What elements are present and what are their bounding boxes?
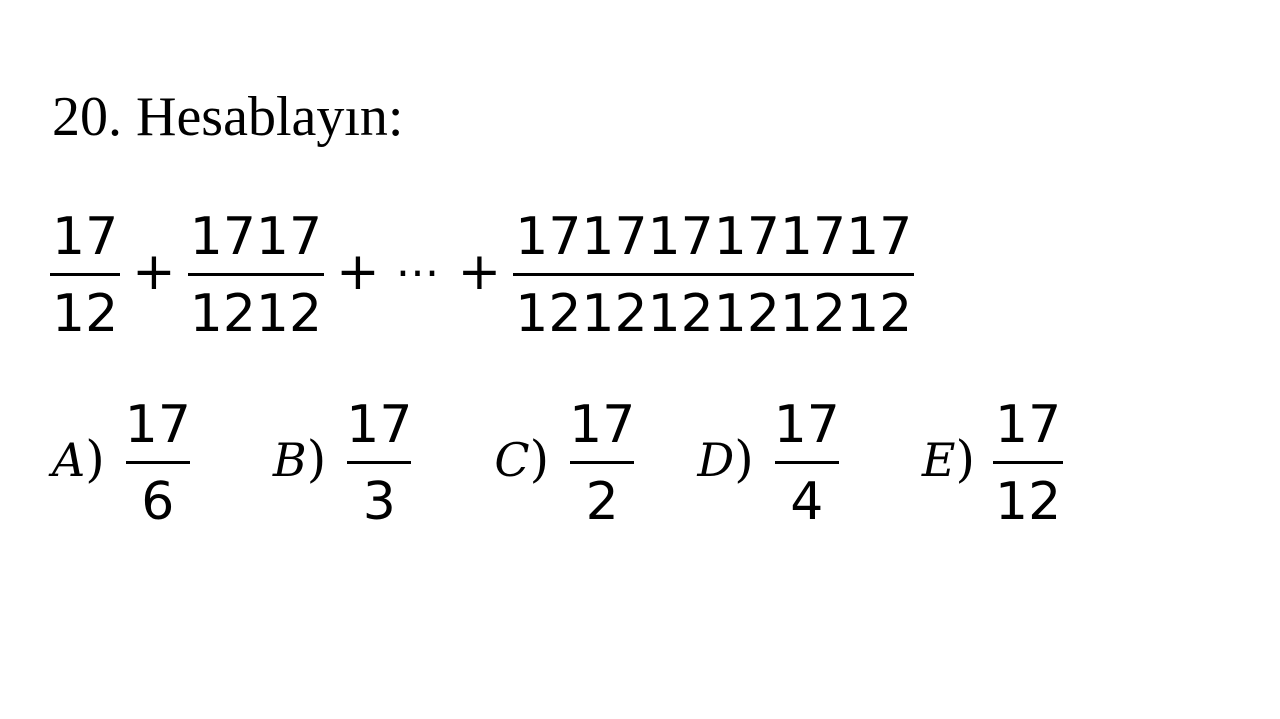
- option-paren: ): [734, 430, 754, 488]
- denominator: 3: [347, 460, 412, 534]
- numerator: 17: [124, 394, 191, 455]
- plus-sign: +: [132, 242, 176, 302]
- option-paren: ): [955, 430, 975, 488]
- option-fraction: 17 12: [993, 393, 1064, 534]
- option-fraction: 17 3: [344, 393, 414, 534]
- option-fraction: 17 2: [567, 393, 637, 534]
- option-letter: A: [52, 433, 86, 487]
- answer-option-d[interactable]: D ) 17 4: [697, 393, 842, 534]
- option-letter: D: [697, 433, 735, 487]
- option-paren: ): [85, 430, 105, 488]
- option-paren: ): [529, 430, 550, 488]
- answer-option-a[interactable]: A ) 17 6: [52, 393, 193, 534]
- option-letter: B: [272, 433, 307, 487]
- fraction-term-1: 17 12: [50, 205, 121, 346]
- sum-expression: 17 12 + 1717 1212 + ⋯ + 171717171717 121…: [50, 200, 915, 350]
- answer-option-c[interactable]: C ) 17 2: [494, 393, 637, 534]
- denominator: 2: [570, 460, 635, 534]
- numerator: 171717171717: [515, 206, 913, 267]
- fraction-term-last: 171717171717 121212121212: [513, 205, 915, 346]
- denominator: 12: [50, 272, 121, 346]
- numerator: 17: [346, 394, 413, 455]
- denominator: 12: [993, 460, 1064, 534]
- numerator: 17: [52, 206, 119, 267]
- option-letter: E: [921, 433, 956, 487]
- numerator: 17: [569, 394, 636, 455]
- denominator: 1212: [187, 272, 325, 346]
- ellipsis: ⋯: [395, 246, 442, 298]
- denominator: 6: [125, 460, 190, 534]
- answer-option-b[interactable]: B ) 17 3: [273, 393, 415, 534]
- denominator: 121212121212: [513, 272, 915, 346]
- option-fraction: 17 4: [772, 393, 842, 534]
- denominator: 4: [774, 460, 839, 534]
- option-letter: C: [494, 433, 530, 487]
- answer-option-e[interactable]: E ) 17 12: [921, 393, 1064, 534]
- plus-sign: +: [336, 242, 380, 302]
- question-title: 20. Hesablayın:: [52, 86, 404, 148]
- answer-options: A ) 17 6 B ) 17 3 C ) 17 2 D ) 17 4 E ) …: [52, 388, 1064, 538]
- numerator: 1717: [189, 206, 323, 267]
- option-paren: ): [306, 430, 327, 488]
- plus-sign: +: [457, 242, 502, 302]
- fraction-term-2: 1717 1212: [187, 205, 325, 346]
- option-fraction: 17 6: [123, 393, 193, 534]
- numerator: 17: [773, 394, 840, 455]
- numerator: 17: [995, 394, 1062, 455]
